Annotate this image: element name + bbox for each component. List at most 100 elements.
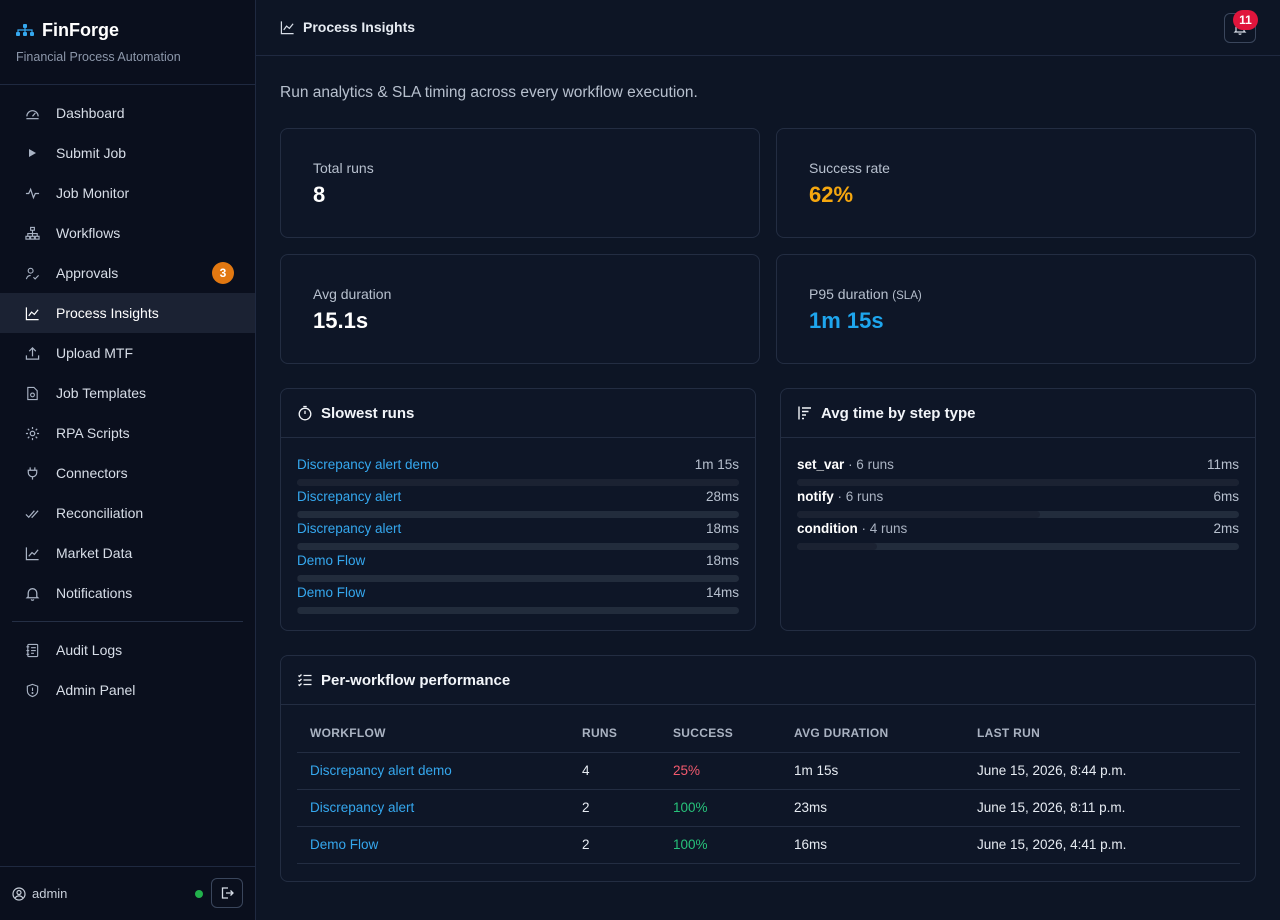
sidebar-item-workflows[interactable]: Workflows: [0, 213, 255, 253]
run-link[interactable]: Discrepancy alert: [297, 489, 401, 504]
column-header-runs: RUNS: [569, 726, 660, 753]
run-link[interactable]: Demo Flow: [297, 553, 365, 568]
step-runs: · 6 runs: [837, 489, 884, 504]
page-title: Process Insights: [280, 19, 415, 35]
brand-tagline: Financial Process Automation: [16, 50, 181, 64]
sidebar-item-label: Reconciliation: [56, 505, 144, 521]
run-duration: 18ms: [705, 521, 739, 536]
column-header-success: SUCCESS: [660, 726, 781, 753]
duration-bar: [797, 511, 1239, 518]
success-cell: 100%: [660, 826, 781, 864]
line-chart-icon: [24, 305, 40, 321]
run-duration: 28ms: [705, 489, 739, 504]
workflow-link[interactable]: Demo Flow: [310, 837, 378, 852]
file-gear-icon: [24, 385, 40, 401]
runs-cell: 2: [569, 789, 660, 827]
user-check-icon: [24, 265, 40, 281]
sidebar-item-upload-mtf[interactable]: Upload MTF: [0, 333, 255, 373]
workflow-link[interactable]: Discrepancy alert: [310, 800, 414, 815]
sidebar-item-label: Audit Logs: [56, 642, 123, 658]
brand[interactable]: FinForge: [16, 20, 119, 41]
sidebar-item-admin-panel[interactable]: Admin Panel: [0, 670, 255, 710]
line-chart-icon: [280, 20, 295, 35]
runs-cell: 4: [569, 752, 660, 790]
sidebar-item-label: Upload MTF: [56, 345, 134, 361]
list-item: condition · 4 runs 2ms: [797, 521, 1239, 553]
avg-duration-cell: 16ms: [781, 826, 964, 864]
brand-name: FinForge: [42, 20, 119, 40]
sidebar-item-label: Process Insights: [56, 305, 159, 321]
run-duration: 18ms: [705, 553, 739, 568]
step-name: condition: [797, 521, 858, 536]
table-row: Demo Flow 2 100% 16ms June 15, 2026, 4:41 p.…: [297, 826, 1240, 864]
panel-header: Slowest runs: [281, 389, 755, 438]
run-duration: 1m 15s: [694, 457, 739, 472]
last-run-cell: June 15, 2026, 8:44 p.m.: [964, 752, 1240, 790]
sidebar-item-label: Workflows: [56, 225, 121, 241]
list-item: set_var · 6 runs 11ms: [797, 457, 1239, 489]
run-link[interactable]: Demo Flow: [297, 585, 365, 600]
sidebar-item-process-insights[interactable]: Process Insights: [0, 293, 255, 333]
column-header-last-run: LAST RUN: [964, 726, 1240, 753]
approvals-count-badge: 3: [212, 262, 234, 284]
user-info[interactable]: admin: [12, 886, 67, 901]
step-label: notify · 6 runs: [797, 489, 883, 504]
nav-divider: [12, 621, 243, 622]
duration-bar-fill: [797, 479, 1239, 486]
sidebar-item-label: Approvals: [56, 265, 119, 281]
duration-bar: [297, 543, 739, 550]
last-run-cell: June 15, 2026, 8:11 p.m.: [964, 789, 1240, 827]
sidebar-item-approvals[interactable]: Approvals 3: [0, 253, 255, 293]
run-duration: 14ms: [705, 585, 739, 600]
sidebar-item-label: Admin Panel: [56, 682, 136, 698]
sidebar-item-reconciliation[interactable]: Reconciliation: [0, 493, 255, 533]
duration-bar: [797, 479, 1239, 486]
stat-card-avg-duration: Avg duration 15.1s: [280, 254, 760, 364]
user-bar: admin: [0, 866, 255, 920]
run-link[interactable]: Discrepancy alert: [297, 521, 401, 536]
stat-card-total-runs: Total runs 8: [280, 128, 760, 238]
journal-icon: [24, 642, 40, 658]
sidebar-item-notifications[interactable]: Notifications: [0, 573, 255, 613]
slowest-runs-panel: Slowest runs Discrepancy alert demo 1m 15…: [280, 388, 756, 631]
list-item: Demo Flow 14ms: [297, 585, 739, 617]
upload-icon: [24, 345, 40, 361]
sidebar-item-connectors[interactable]: Connectors: [0, 453, 255, 493]
sidebar-item-rpa-scripts[interactable]: RPA Scripts: [0, 413, 255, 453]
stat-label: P95 duration (SLA): [809, 286, 922, 302]
workflow-link[interactable]: Discrepancy alert demo: [310, 763, 452, 778]
list-item: Discrepancy alert demo 1m 15s: [297, 457, 739, 489]
table-row: Discrepancy alert 2 100% 23ms June 15, 2026,…: [297, 789, 1240, 827]
column-header-workflow: WORKFLOW: [297, 726, 569, 753]
step-runs: · 4 runs: [861, 521, 908, 536]
sidebar-item-job-templates[interactable]: Job Templates: [0, 373, 255, 413]
duration-bar-fill: [797, 511, 1041, 518]
sidebar-item-label: Notifications: [56, 585, 133, 601]
list-item: notify · 6 runs 6ms: [797, 489, 1239, 521]
logout-button[interactable]: [211, 878, 243, 908]
gauge-icon: [24, 105, 40, 121]
plug-icon: [24, 465, 40, 481]
stat-label: Avg duration: [313, 286, 392, 302]
duration-bar: [297, 511, 739, 518]
workflow-cell: Demo Flow: [297, 826, 569, 864]
sidebar-item-label: Market Data: [56, 545, 133, 561]
sidebar-item-label: Job Templates: [56, 385, 147, 401]
sort-bars-icon: [797, 405, 813, 421]
runs-cell: 2: [569, 826, 660, 864]
sidebar-item-submit-job[interactable]: Submit Job: [0, 133, 255, 173]
run-link[interactable]: Discrepancy alert demo: [297, 457, 439, 472]
sidebar-item-label: Dashboard: [56, 105, 125, 121]
sidebar-item-label: Submit Job: [56, 145, 127, 161]
sidebar-item-job-monitor[interactable]: Job Monitor: [0, 173, 255, 213]
sidebar-item-market-data[interactable]: Market Data: [0, 533, 255, 573]
last-run-cell: June 15, 2026, 4:41 p.m.: [964, 826, 1240, 864]
sidebar: FinForge Financial Process Automation Da…: [0, 0, 256, 920]
sidebar-item-dashboard[interactable]: Dashboard: [0, 93, 255, 133]
avg-duration-cell: 1m 15s: [781, 752, 964, 790]
list-item: Demo Flow 18ms: [297, 553, 739, 585]
workflow-cell: Discrepancy alert: [297, 789, 569, 827]
graph-up-icon: [24, 545, 40, 561]
sidebar-item-audit-logs[interactable]: Audit Logs: [0, 630, 255, 670]
stat-value: 62%: [809, 182, 854, 207]
